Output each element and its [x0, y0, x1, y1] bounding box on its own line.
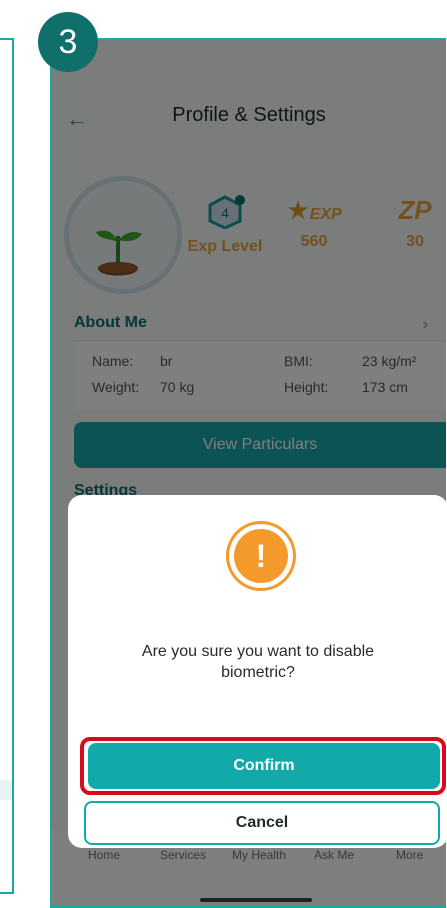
- dialog-message: Are you sure you want to disable biometr…: [141, 643, 375, 681]
- home-indicator: [200, 898, 312, 902]
- exclamation-icon: !: [234, 529, 288, 583]
- left-phone-frame: [0, 38, 14, 894]
- confirm-highlight-box: [80, 737, 446, 795]
- cancel-button[interactable]: Cancel: [84, 801, 440, 845]
- left-frame-shade: [0, 780, 12, 800]
- phone-frame: ← Profile & Settings 4 Exp Level ★EXP 56…: [50, 38, 446, 908]
- step-badge: 3: [38, 12, 98, 72]
- confirm-dialog: ! Are you sure you want to disable biome…: [68, 495, 446, 848]
